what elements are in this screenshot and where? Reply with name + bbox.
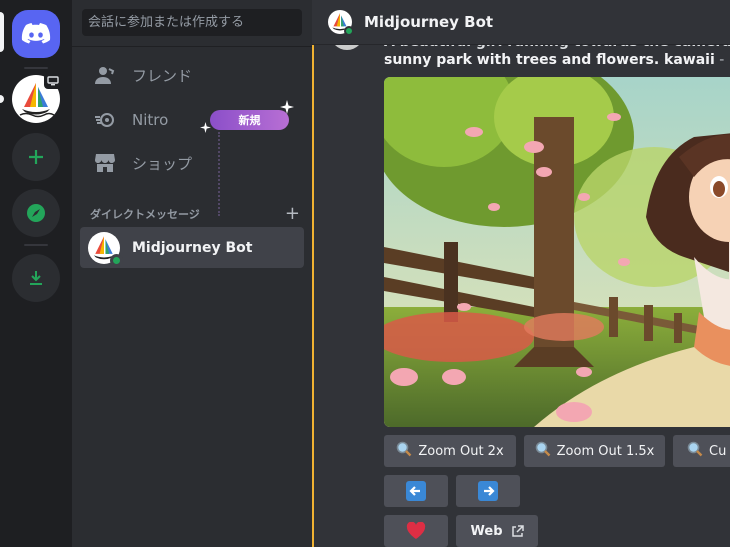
sparkle-icon [280,100,294,114]
pan-left-button[interactable] [384,475,448,507]
zoom-out-2x-button[interactable]: Zoom Out 2x [384,435,516,467]
online-status-icon [110,253,123,267]
arrow-right-icon [478,481,498,501]
nav-shop-label: ショップ [132,154,193,173]
download-icon [30,271,42,285]
generated-image[interactable] [384,77,730,427]
custom-zoom-label: Cu [709,443,727,459]
zoom-out-1.5x-button[interactable]: Zoom Out 1.5x [524,435,665,467]
magnifier-icon [396,441,412,461]
rail-divider [24,67,48,69]
sparkle-icon [200,122,211,133]
dm-sidebar: 会話に参加または作成する フレンド Nitro 新規 ショップ ダイレクトメッセ… [72,0,312,547]
monitor-icon [44,73,62,89]
selected-indicator [0,12,4,52]
chat-title: Midjourney Bot [364,13,494,31]
prompt-text: sunny park with trees and flowers. kawai… [384,52,730,68]
home-button[interactable] [12,10,60,58]
external-link-icon [511,524,524,537]
nav-friends-label: フレンド [132,66,193,85]
anime-girl-park-image [384,77,730,427]
avatar [88,231,123,267]
chat-area: Midjourney Bot A beautiful girl running … [312,0,730,547]
custom-zoom-button[interactable]: Cu [673,435,730,467]
discord-icon [21,23,51,44]
zoom-out-1.5x-label: Zoom Out 1.5x [556,443,655,459]
explore-button[interactable] [12,189,60,237]
favorite-button[interactable] [384,515,448,547]
new-badge: 新規 [210,110,289,130]
search-input[interactable]: 会話に参加または作成する [82,9,302,36]
prompt-suffix: - Image [719,52,730,68]
nitro-icon [92,107,118,133]
shop-icon [92,150,118,176]
magnifier-icon [687,441,703,461]
dm-item-midjourney[interactable]: Midjourney Bot [80,227,304,268]
unread-indicator [0,95,4,103]
dm-header-label: ダイレクトメッセージ [90,207,200,221]
add-server-button[interactable] [12,133,60,181]
dm-item-label: Midjourney Bot [132,239,253,256]
divider [72,46,312,47]
web-link-button[interactable]: Web [456,515,538,547]
online-status-icon [344,26,354,36]
avatar [328,10,354,36]
dm-header: ダイレクトメッセージ + [90,203,300,224]
heart-icon [406,522,426,539]
magnifier-icon [535,441,551,461]
nav-nitro-label: Nitro [132,111,169,129]
pan-right-button[interactable] [456,475,520,507]
friends-icon [92,62,118,88]
nav-shop[interactable]: ショップ [80,142,304,184]
compass-icon [27,204,45,222]
rail-divider [24,244,48,246]
plus-icon [29,150,43,164]
arrow-left-icon [406,481,426,501]
discord-app: 会話に参加または作成する フレンド Nitro 新規 ショップ ダイレクトメッセ… [0,0,730,547]
server-rail [0,0,72,547]
prompt-bold: sunny park with trees and flowers. kawai… [384,52,715,68]
zoom-out-2x-label: Zoom Out 2x [418,443,504,459]
mention-highlight-bar [312,45,314,547]
create-dm-button[interactable]: + [285,203,300,224]
nav-friends[interactable]: フレンド [80,54,304,96]
web-link-label: Web [470,523,503,539]
chat-header: Midjourney Bot [312,0,730,45]
midjourney-server-icon[interactable] [12,73,62,123]
download-button[interactable] [12,254,60,302]
